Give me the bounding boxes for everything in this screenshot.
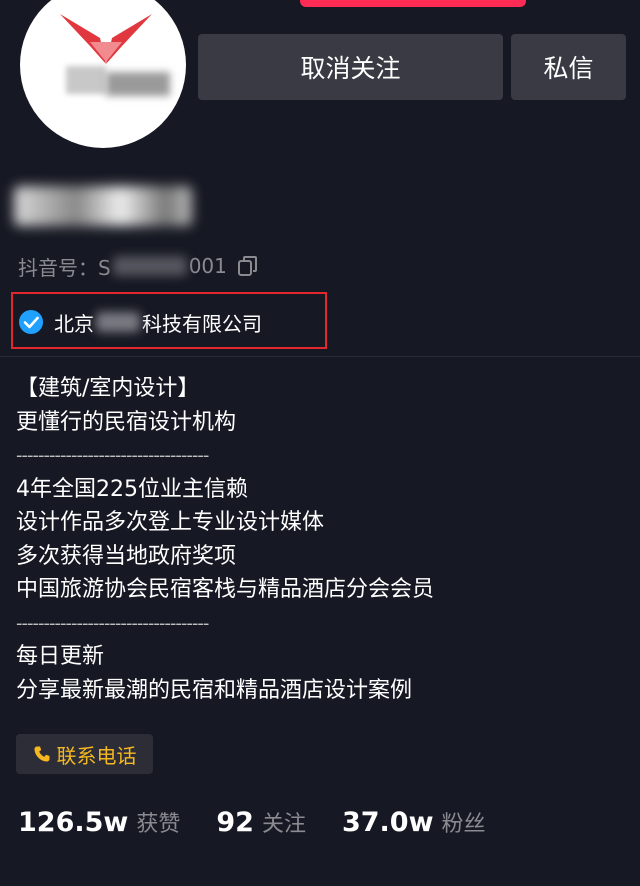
contact-phone-label: 联系电话	[56, 743, 137, 768]
bio-line: 设计作品多次登上专业设计媒体	[16, 510, 325, 535]
avatar-text-blur	[106, 72, 170, 96]
phone-icon	[34, 746, 49, 762]
douyin-id-row: 抖音号：S 001	[18, 253, 259, 280]
brand-logo-icon	[60, 14, 152, 64]
bio-line: 4年全国225位业主信赖	[16, 476, 248, 502]
company-name-blur	[96, 312, 140, 332]
profile-stats: 126.5w 获赞 92 关注 37.0w 粉丝	[18, 806, 522, 844]
douyin-id-suffix: 001	[188, 254, 227, 278]
company-name-prefix: 北京	[54, 311, 94, 336]
following-label[interactable]: 关注	[262, 806, 306, 838]
bio-line: 每日更新	[16, 644, 105, 669]
bio-divider: -----------------------------------	[16, 445, 209, 466]
douyin-id-prefix: 抖音号：S	[18, 255, 111, 280]
avatar[interactable]	[20, 0, 186, 148]
bio-line: 中国旅游协会民宿客栈与精品酒店分会会员	[16, 577, 435, 602]
bio-line: 【建筑/室内设计】	[16, 376, 200, 401]
message-button[interactable]: 私信	[511, 34, 626, 100]
bio-line: 更懂行的民宿设计机构	[16, 409, 237, 435]
bio-line: 分享最新最潮的民宿和精品酒店设计案例	[16, 677, 413, 703]
copy-icon[interactable]	[237, 255, 259, 277]
enterprise-verification[interactable]: 北京 科技有限公司	[18, 306, 262, 338]
bio-divider: -----------------------------------	[16, 612, 209, 634]
profile-bio: 【建筑/室内设计】 更懂行的民宿设计机构 -------------------…	[16, 372, 626, 707]
bio-line: 多次获得当地政府奖项	[16, 543, 237, 569]
likes-count: 126.5w	[18, 807, 129, 838]
verified-badge-icon	[19, 310, 43, 334]
douyin-id-blur	[112, 256, 187, 276]
live-banner-strip[interactable]	[300, 0, 526, 7]
likes-label: 获赞	[136, 812, 181, 837]
nickname-blurred	[14, 186, 192, 226]
following-count[interactable]: 92	[216, 807, 254, 838]
avatar-text-blur	[66, 66, 106, 94]
section-divider	[0, 356, 640, 357]
company-name-suffix: 科技有限公司	[142, 311, 262, 336]
unfollow-button[interactable]: 取消关注	[198, 34, 503, 100]
followers-count[interactable]: 37.0w	[342, 807, 434, 838]
contact-phone-button[interactable]: 联系电话	[16, 734, 153, 774]
followers-label[interactable]: 粉丝	[442, 806, 486, 838]
